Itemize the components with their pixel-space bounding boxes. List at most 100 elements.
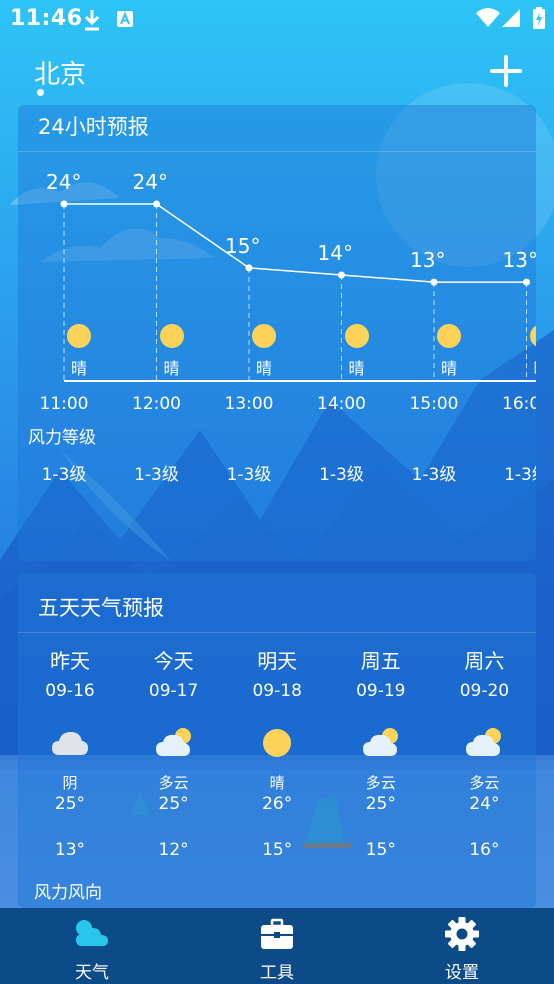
day-name: 今天: [153, 649, 194, 673]
day-weather-icon: [154, 727, 194, 759]
sunny-icon: [529, 323, 536, 349]
sunny-icon: [252, 324, 276, 348]
add-city-button[interactable]: [490, 55, 522, 87]
sunny-icon: [437, 324, 461, 348]
hourly-time: 15:00: [409, 394, 459, 414]
partly-cloudy-icon: [362, 728, 398, 756]
bottom-navigation: 天气 工具 设置: [0, 908, 554, 984]
hourly-condition: 晴: [70, 359, 87, 378]
day-weather-icon: [361, 727, 401, 759]
nav-item-tools[interactable]: 工具: [217, 908, 337, 984]
nav-label: 天气: [75, 963, 109, 983]
hourly-time: 12:00: [132, 394, 181, 414]
hourly-wind-level: 1-3级: [504, 465, 536, 485]
nav-label: 工具: [260, 963, 294, 983]
day-high-temp: 24°: [469, 794, 500, 814]
sunny-icon: [159, 324, 184, 348]
day-forecast-column: 周五 09-19 多云 25° 15°: [329, 643, 433, 873]
day-condition: 晴: [269, 774, 285, 792]
day-weather-icon: [464, 727, 504, 759]
day-forecast-column: 周六 09-20 多云 24° 16°: [432, 643, 536, 873]
day-high-temp: 25°: [365, 794, 396, 814]
day-low-temp: 16°: [469, 840, 500, 860]
hourly-time: 11:00: [39, 394, 89, 414]
page-indicator-dot: [37, 89, 44, 96]
city-name[interactable]: 北京: [34, 54, 86, 91]
hourly-time: 14:00: [317, 394, 366, 414]
sunny-icon: [67, 324, 91, 348]
sunny-icon: [159, 323, 185, 349]
sunny-icon: [344, 324, 369, 348]
hourly-forecast-card: 24小时预报 风力等级 24° 晴 11:00 1-3级 24° 晴 12:00 1-3级 15…: [18, 105, 536, 561]
day-low-temp: 13°: [54, 840, 86, 860]
day-name: 明天: [257, 649, 298, 673]
hourly-condition: 晴: [255, 359, 272, 378]
nav-item-settings[interactable]: 设置: [402, 908, 522, 984]
partly-cloudy-icon: [466, 728, 502, 756]
day-name: 昨天: [50, 649, 90, 673]
day-forecast-column: 昨天 09-16 阴 25° 13°: [18, 643, 122, 873]
day-date: 09-17: [148, 681, 199, 701]
nav-label: 设置: [445, 963, 479, 983]
day-forecast-column: 明天 09-18 晴 26° 15°: [225, 643, 329, 873]
hourly-condition: 晴: [529, 355, 536, 379]
hourly-condition: 晴: [348, 359, 365, 378]
nav-item-weather[interactable]: 天气: [32, 908, 152, 984]
hourly-wind-level: 1-3级: [41, 465, 87, 485]
card-divider: [18, 632, 536, 633]
sunny-icon: [66, 323, 92, 349]
toolbox-icon: [261, 918, 293, 949]
day-date: 09-20: [459, 681, 510, 701]
hourly-temp-label: 24°: [132, 170, 168, 194]
download-icon: [84, 10, 100, 31]
battery-charging-icon: [533, 7, 545, 29]
hourly-temp-label: 24°: [46, 170, 82, 194]
day-weather-icon: [50, 727, 90, 759]
five-day-forecast-title: 五天天气预报: [38, 596, 164, 620]
temperature-point: [153, 200, 160, 208]
day-condition: 多云: [365, 774, 396, 792]
hourly-temp-label: 14°: [317, 241, 353, 265]
hourly-wind-level: 1-3级: [411, 465, 457, 485]
weather-icon: [76, 920, 108, 946]
day-name: 周六: [464, 649, 505, 673]
hourly-time: 13:00: [224, 394, 274, 414]
day-weather-icon: [257, 727, 297, 759]
hourly-temp-label: 15°: [225, 233, 261, 258]
wind-level-title: 风力等级: [28, 428, 96, 448]
hourly-temp-label: 13°: [502, 248, 537, 273]
sunny-icon: [251, 323, 277, 349]
hourly-wind-level: 1-3级: [134, 465, 179, 485]
day-condition: 多云: [158, 774, 189, 792]
temperature-point: [60, 200, 68, 208]
day-low-temp: 15°: [365, 840, 396, 860]
status-time: 11:46: [10, 6, 83, 31]
day-high-temp: 26°: [262, 794, 293, 814]
day-date: 09-16: [45, 681, 95, 701]
app-a-icon: [117, 11, 133, 27]
sunny-icon: [529, 325, 536, 347]
hourly-wind-level: 1-3级: [319, 465, 364, 485]
sunny-icon: [263, 729, 292, 757]
settings-gear-icon: [445, 917, 479, 951]
day-low-temp: 15°: [262, 840, 293, 860]
temperature-point: [523, 278, 530, 286]
day-date: 09-19: [356, 681, 406, 701]
day-condition: 阴: [62, 774, 78, 792]
cell-signal-icon: [502, 9, 520, 27]
day-date: 09-18: [252, 681, 302, 701]
overcast-icon: [52, 732, 88, 755]
hourly-condition: 晴: [440, 359, 457, 378]
day-condition: 多云: [469, 774, 500, 792]
day-low-temp: 12°: [158, 840, 189, 860]
sunny-icon: [344, 323, 370, 349]
partly-cloudy-icon: [155, 728, 191, 756]
temperature-point: [245, 264, 253, 272]
day-high-temp: 25°: [54, 794, 86, 814]
hourly-condition: 晴: [163, 359, 180, 378]
five-day-forecast-card: 五天天气预报 昨天 09-16 阴 25° 13° 今天 09-17 多云 25° 12° 明天 09…: [18, 573, 536, 908]
status-bar: 11:46: [0, 0, 554, 38]
temperature-point: [430, 278, 438, 286]
wind-direction-title: 风力风向: [34, 883, 102, 903]
day-high-temp: 25°: [158, 794, 189, 814]
